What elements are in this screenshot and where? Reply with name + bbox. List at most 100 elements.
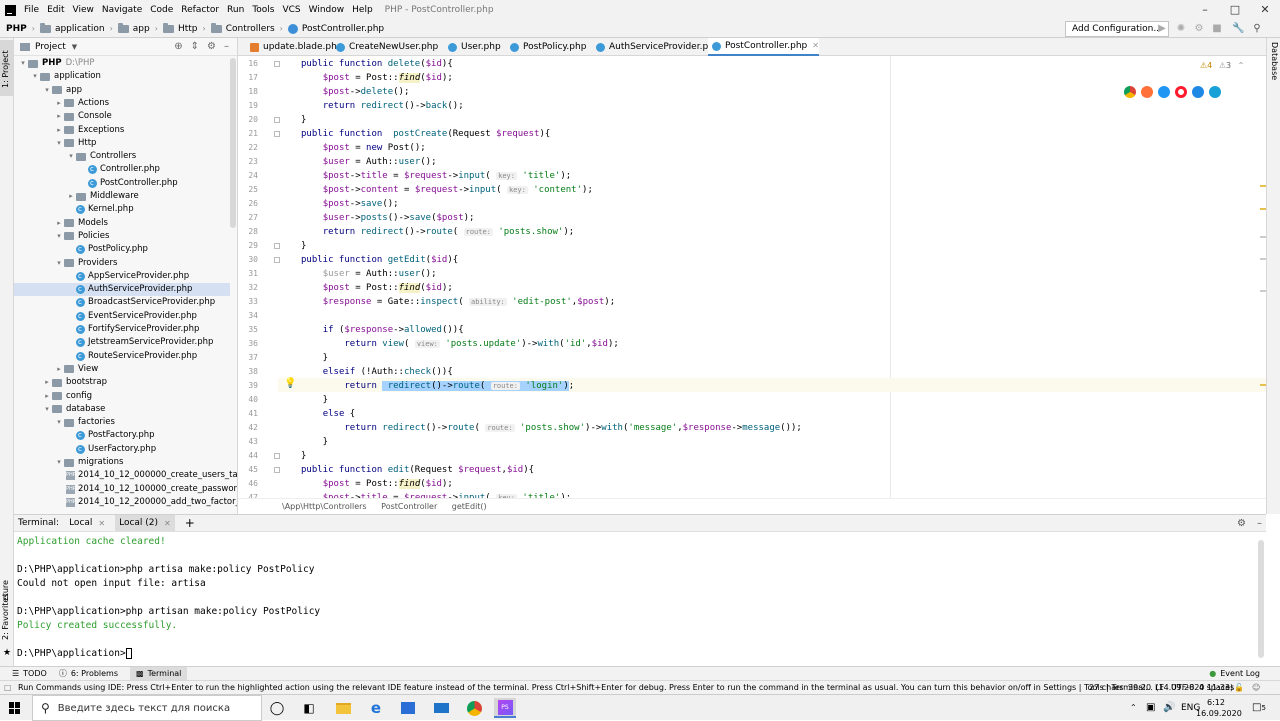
gear-icon[interactable]: ⚙ — [207, 41, 216, 52]
tree-item[interactable]: Kernel.php — [14, 203, 230, 216]
chevron-right-icon[interactable]: ▸ — [54, 363, 64, 376]
close-icon[interactable]: ✕ — [164, 519, 171, 528]
code-line[interactable]: } — [301, 239, 306, 253]
tree-item[interactable]: PostController.php — [14, 177, 230, 190]
fold-marker-icon[interactable] — [274, 467, 280, 473]
gear-icon[interactable]: ⚙ — [1237, 518, 1246, 529]
phpstorm-taskbar-icon[interactable]: PS — [494, 698, 516, 718]
code-line[interactable]: $user = Auth::user(); — [301, 155, 437, 169]
breadcrumb-item[interactable]: › Http — [150, 22, 198, 34]
code-line[interactable]: $user = Auth::user(); — [301, 267, 437, 281]
maximize-icon[interactable]: □ — [1220, 0, 1250, 20]
menu-view[interactable]: View — [69, 0, 98, 20]
tree-item[interactable]: ▾ database — [14, 403, 230, 416]
store-icon[interactable] — [397, 698, 419, 718]
menu-edit[interactable]: Edit — [43, 0, 68, 20]
menu-navigate[interactable]: Navigate — [98, 0, 146, 20]
menu-file[interactable]: File — [20, 0, 43, 20]
tree-item[interactable]: BroadcastServiceProvider.php — [14, 296, 230, 309]
tree-item[interactable]: ▾ Http — [14, 137, 230, 150]
scroll-weak-mark[interactable] — [1260, 236, 1266, 238]
editor-tab[interactable]: PostPolicy.php — [506, 38, 586, 56]
tree-item[interactable]: ▾ PHP D:\PHP — [14, 57, 230, 70]
fold-marker-icon[interactable] — [274, 61, 280, 67]
chevron-down-icon[interactable]: ▾ — [30, 70, 40, 83]
terminal-output[interactable]: Application cache cleared! D:\PHP\applica… — [14, 532, 1266, 664]
tree-item[interactable]: PostPolicy.php — [14, 243, 230, 256]
opera-icon[interactable] — [1175, 86, 1187, 98]
database-tool-label[interactable]: Database — [1270, 42, 1279, 80]
code-line[interactable]: return redirect()->route( route: 'login'… — [301, 379, 574, 393]
tree-item[interactable]: ▸ View — [14, 363, 230, 376]
chevron-down-icon[interactable]: ▼ — [72, 43, 77, 51]
code-line[interactable]: $post->save(); — [301, 197, 399, 211]
inspector-face-icon[interactable]: ☺ — [1252, 681, 1260, 694]
tree-item[interactable]: ▾ Controllers — [14, 150, 230, 163]
code-line[interactable]: } — [301, 435, 328, 449]
tree-item[interactable]: ▾ Providers — [14, 257, 230, 270]
breadcrumb-method[interactable]: getEdit() — [452, 502, 487, 511]
todo-tool-button[interactable]: ☰ TODO — [12, 669, 47, 678]
chevron-down-icon[interactable]: ▾ — [54, 456, 64, 469]
chevron-down-icon[interactable]: ▾ — [42, 84, 52, 97]
chevron-right-icon[interactable]: ▸ — [54, 124, 64, 137]
fold-marker-icon[interactable] — [274, 257, 280, 263]
inspection-widget[interactable]: ⚠4 ⚠3 ⌃ — [1200, 61, 1244, 70]
ie-icon[interactable] — [1192, 86, 1204, 98]
tree-item[interactable]: JetstreamServiceProvider.php — [14, 336, 230, 349]
breadcrumb-item[interactable]: PHP — [6, 24, 27, 34]
firefox-icon[interactable] — [1141, 86, 1153, 98]
hide-icon[interactable]: – — [224, 41, 229, 52]
tree-item[interactable]: ▸ Exceptions — [14, 124, 230, 137]
editor-tab[interactable]: User.php — [444, 38, 501, 56]
taskbar-clock[interactable]: 6:12 16.09.2020 — [1196, 697, 1242, 719]
chevron-right-icon[interactable]: ▸ — [54, 97, 64, 110]
lock-icon[interactable]: 🔓 — [1234, 681, 1244, 694]
scroll-warning-mark[interactable] — [1260, 208, 1266, 210]
line-separator[interactable]: LF — [1155, 681, 1164, 694]
code-line[interactable]: public function postCreate(Request $requ… — [301, 127, 550, 141]
code-line[interactable]: $response = Gate::inspect( ability: 'edi… — [301, 295, 615, 309]
code-line[interactable]: $post->delete(); — [301, 85, 410, 99]
editor-tab[interactable]: CreateNewUser.php — [332, 38, 438, 56]
chrome-taskbar-icon[interactable] — [463, 698, 485, 718]
tree-item[interactable]: UserFactory.php — [14, 443, 230, 456]
tree-item[interactable]: PHP2014_10_12_100000_create_password_res… — [14, 483, 237, 496]
coverage-icon[interactable]: ⚙ — [1194, 23, 1204, 34]
tree-item[interactable]: AppServiceProvider.php — [14, 270, 230, 283]
tree-item[interactable]: Controller.php — [14, 163, 230, 176]
tree-item[interactable]: ▾ factories — [14, 416, 230, 429]
debug-icon[interactable]: ✺ — [1176, 23, 1186, 34]
code-line[interactable]: } — [301, 351, 328, 365]
terminal-tool-button[interactable]: ▩ Terminal — [130, 666, 188, 681]
chevron-right-icon[interactable]: ▸ — [54, 217, 64, 230]
scroll-weak-mark[interactable] — [1260, 290, 1266, 292]
code-line[interactable]: return redirect()->route( route: 'posts.… — [301, 421, 802, 435]
code-line[interactable]: $post->content = $request->input( key: '… — [301, 183, 593, 197]
code-line[interactable]: } — [301, 113, 306, 127]
menu-tools[interactable]: Tools — [248, 0, 278, 20]
volume-icon[interactable]: 🔊 — [1163, 695, 1175, 721]
tree-item[interactable]: ▾ app — [14, 84, 230, 97]
menu-run[interactable]: Run — [223, 0, 248, 20]
tree-item[interactable]: PostFactory.php — [14, 429, 230, 442]
code-line[interactable]: if ($response->allowed()){ — [301, 323, 464, 337]
tree-item[interactable]: ▸ Middleware — [14, 190, 230, 203]
menu-vcs[interactable]: VCS — [278, 0, 304, 20]
network-icon[interactable]: ▣ — [1146, 695, 1155, 721]
code-line[interactable]: public function edit(Request $request,$i… — [301, 463, 534, 477]
close-icon[interactable]: ✕ — [98, 519, 105, 528]
tree-item[interactable]: EventServiceProvider.php — [14, 310, 230, 323]
breadcrumb-class[interactable]: PostController — [381, 502, 437, 511]
terminal-scrollbar[interactable] — [1258, 540, 1264, 658]
stop-icon[interactable]: ■ — [1212, 23, 1222, 34]
chevron-down-icon[interactable]: ▾ — [66, 150, 76, 163]
status-message[interactable]: Run Commands using IDE: Press Ctrl+Enter… — [18, 681, 1233, 694]
event-log-button[interactable]: ● Event Log — [1209, 669, 1260, 678]
chevron-right-icon[interactable]: ▸ — [42, 376, 52, 389]
chevron-down-icon[interactable]: ▾ — [18, 57, 28, 70]
safari-icon[interactable] — [1158, 86, 1170, 98]
chevron-down-icon[interactable]: ▾ — [42, 403, 52, 416]
editor-tab[interactable]: update.blade.php — [246, 38, 343, 56]
code-line[interactable]: $post = Post::find($id); — [301, 281, 453, 295]
